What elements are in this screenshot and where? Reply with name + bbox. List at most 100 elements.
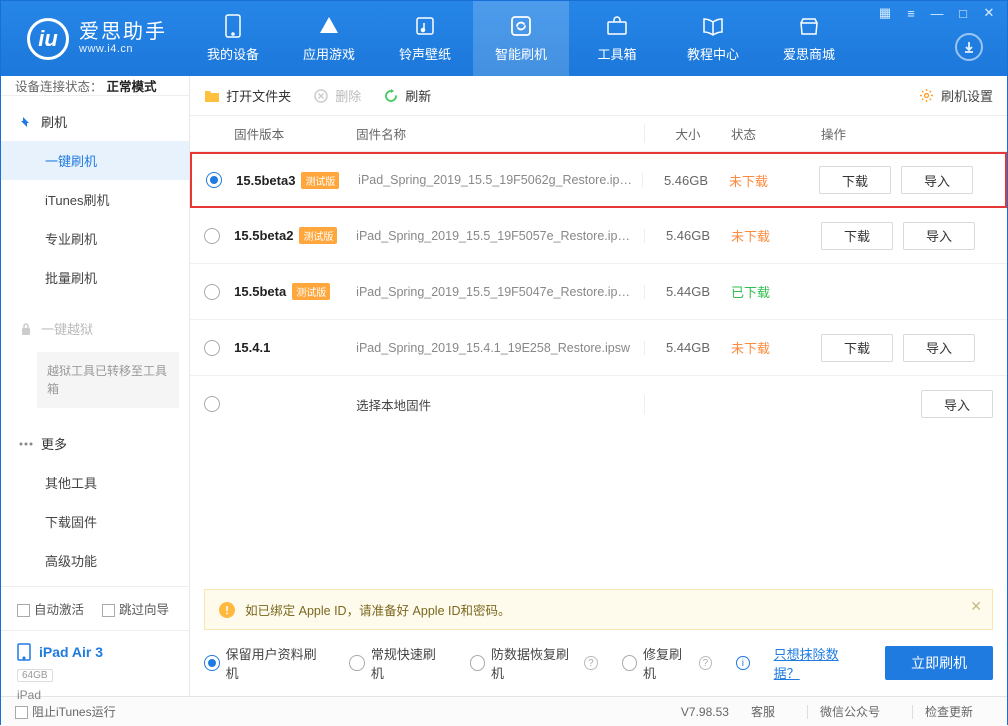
firmware-name: iPad_Spring_2019_15.5_19F5062g_Restore.i… [358,173,643,187]
firmware-size: 5.44GB [645,340,731,355]
minimize-button[interactable]: — [927,5,947,21]
radio-button[interactable] [206,172,222,188]
col-name: 固件名称 [356,124,645,143]
version-label: 15.4.1 [234,340,270,355]
version-label: 15.5beta [234,284,286,299]
nav-ringtones[interactable]: 铃声壁纸 [377,1,473,76]
opt-repair[interactable]: 修复刷机? [622,644,712,682]
check-update-link[interactable]: 检查更新 [925,703,973,720]
nav-apps[interactable]: 应用游戏 [281,1,377,76]
refresh-icon [383,88,399,104]
sidebar-item-pro[interactable]: 专业刷机 [1,219,189,258]
group-title: 更多 [41,434,67,453]
sidebar-item-dlfw[interactable]: 下载固件 [1,502,189,541]
help-icon[interactable]: ? [699,656,712,670]
download-button[interactable]: 下载 [821,334,893,362]
skip-guide-checkbox[interactable]: 跳过向导 [102,599,169,618]
beta-tag: 测试版 [299,227,337,244]
nav-flash[interactable]: 智能刷机 [473,1,569,76]
firmware-row[interactable]: 15.4.1iPad_Spring_2019_15.4.1_19E258_Res… [190,320,1007,376]
firmware-row[interactable]: 15.5beta测试版iPad_Spring_2019_15.5_19F5047… [190,264,1007,320]
stop-itunes-checkbox[interactable]: 阻止iTunes运行 [15,703,116,720]
device-type: iPad [17,688,173,702]
table-header: 固件版本 固件名称 大小 状态 操作 [190,116,1007,152]
device-info[interactable]: iPad Air 3 64GB iPad [1,630,189,714]
group-title: 一键越狱 [41,319,93,338]
sidebar-item-itunes[interactable]: iTunes刷机 [1,180,189,219]
apple-id-notice: 如已绑定 Apple ID，请准备好 Apple ID和密码。 ✕ [204,589,993,630]
import-button[interactable]: 导入 [903,334,975,362]
device-icon [220,14,246,38]
nav-label: 我的设备 [207,44,259,63]
sidebar-item-adv[interactable]: 高级功能 [1,541,189,580]
opt-keep-data[interactable]: 保留用户资料刷机 [204,644,325,682]
settings-button[interactable]: 刷机设置 [919,86,993,105]
grid-icon[interactable]: ▦ [875,5,895,21]
help-icon[interactable]: ? [584,656,597,670]
top-nav: 我的设备 应用游戏 铃声壁纸 智能刷机 工具箱 教程中心 爱思商城 [185,1,857,76]
book-icon [700,14,726,38]
notice-text: 如已绑定 Apple ID，请准备好 Apple ID和密码。 [245,600,510,619]
info-icon[interactable]: i [736,656,750,670]
sidebar-item-oneclick[interactable]: 一键刷机 [1,141,189,180]
status-label: 设备连接状态： [15,76,103,95]
app-title: 爱思助手 [79,21,167,43]
apps-icon [316,14,342,38]
firmware-size: 5.46GB [643,173,729,188]
beta-tag: 测试版 [301,172,339,189]
music-icon [412,14,438,38]
col-status: 状态 [731,124,821,143]
flash-now-button[interactable]: 立即刷机 [885,646,993,680]
radio-button[interactable] [204,228,220,244]
radio-button[interactable] [204,396,220,412]
logo-icon: iu [27,18,69,60]
header: iu 爱思助手 www.i4.cn 我的设备 应用游戏 铃声壁纸 智能刷机 工具… [1,1,1007,76]
beta-tag: 测试版 [292,283,330,300]
opt-normal[interactable]: 常规快速刷机 [349,644,445,682]
close-notice-button[interactable]: ✕ [970,598,982,615]
firmware-row[interactable]: 15.5beta3 测试版 iPad_Spring_2019_15.5_19F506… [190,152,1007,208]
sidebar-group-more[interactable]: 更多 [1,424,189,463]
firmware-row[interactable]: 15.5beta2测试版iPad_Spring_2019_15.5_19F505… [190,208,1007,264]
tablet-icon [17,643,31,661]
customer-service-link[interactable]: 客服 [751,703,775,720]
device-status: 设备连接状态： 正常模式 [1,76,189,96]
firmware-size: 5.46GB [645,228,731,243]
col-version: 固件版本 [234,124,356,143]
sidebar-item-other[interactable]: 其他工具 [1,463,189,502]
nav-store[interactable]: 爱思商城 [761,1,857,76]
open-folder-button[interactable]: 打开文件夹 [204,86,291,105]
radio-button[interactable] [204,284,220,300]
toolbar: 打开文件夹 删除 刷新 刷机设置 [190,76,1007,116]
nav-tutorial[interactable]: 教程中心 [665,1,761,76]
select-local-row[interactable]: 选择本地固件 导入 [190,376,1007,432]
sidebar-item-batch[interactable]: 批量刷机 [1,258,189,297]
erase-data-link[interactable]: 只想抹除数据？ [774,644,862,682]
maximize-button[interactable]: □ [953,5,973,21]
auto-activate-checkbox[interactable]: 自动激活 [17,599,84,618]
nav-label: 铃声壁纸 [399,44,451,63]
nav-my-device[interactable]: 我的设备 [185,1,281,76]
wechat-link[interactable]: 微信公众号 [820,703,880,720]
download-button[interactable]: 下载 [819,166,891,194]
refresh-button[interactable]: 刷新 [383,86,431,105]
delete-button: 删除 [313,86,361,105]
import-button[interactable]: 导入 [921,390,993,418]
firmware-table: 15.5beta3 测试版 iPad_Spring_2019_15.5_19F506… [190,152,1007,376]
version-label: 15.5beta3 [236,173,295,188]
menu-icon[interactable]: ≡ [901,5,921,21]
download-manager-button[interactable] [955,33,983,61]
col-size: 大小 [645,124,731,143]
firmware-name: iPad_Spring_2019_15.5_19F5057e_Restore.i… [356,229,645,243]
nav-label: 智能刷机 [495,44,547,63]
sidebar-group-flash[interactable]: 刷机 [1,102,189,141]
sidebar: 设备连接状态： 正常模式 刷机 一键刷机 iTunes刷机 专业刷机 批量刷机 … [1,76,190,696]
import-button[interactable]: 导入 [901,166,973,194]
nav-toolbox[interactable]: 工具箱 [569,1,665,76]
radio-button[interactable] [204,340,220,356]
import-button[interactable]: 导入 [903,222,975,250]
close-button[interactable]: ✕ [979,5,999,21]
download-button[interactable]: 下载 [821,222,893,250]
opt-anti-data[interactable]: 防数据恢复刷机? [470,644,598,682]
lock-icon [19,322,33,336]
